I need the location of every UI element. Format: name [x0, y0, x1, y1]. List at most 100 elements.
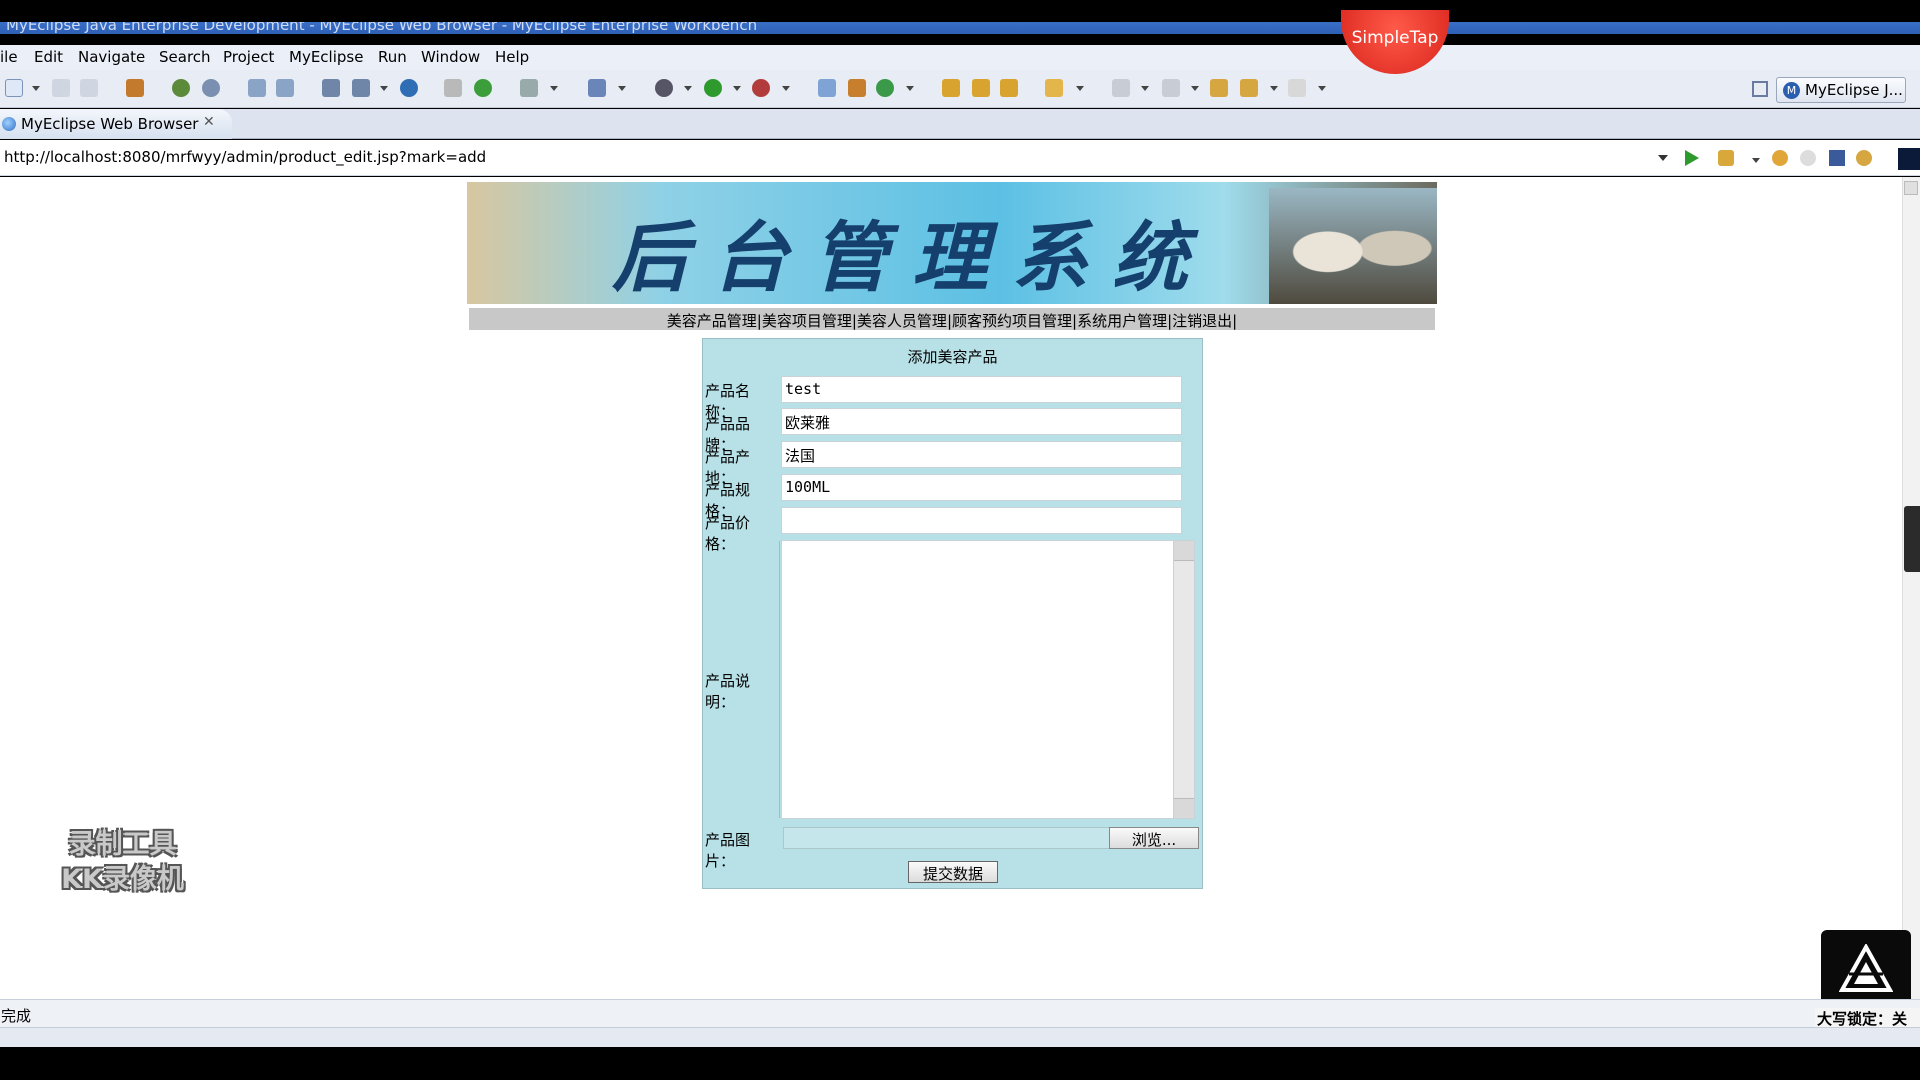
perspective-button[interactable]: M MyEclipse J...: [1776, 77, 1906, 103]
nav-link-appointments[interactable]: 顾客预约项目管理: [952, 312, 1072, 330]
favorites-icon[interactable]: [1718, 150, 1734, 166]
menu-file[interactable]: ile: [0, 48, 18, 66]
package-icon[interactable]: [126, 79, 144, 97]
prev-annotation-icon[interactable]: [1162, 79, 1180, 97]
new-class-icon[interactable]: [818, 79, 836, 97]
browser-back-icon[interactable]: [1772, 150, 1788, 166]
menu-run[interactable]: Run: [378, 48, 407, 66]
myeclipse-logo-icon: M: [1783, 82, 1800, 99]
tab-myeclipse-web-browser[interactable]: MyEclipse Web Browser ✕: [0, 109, 232, 139]
open-file-dropdown-icon[interactable]: [1076, 86, 1084, 91]
prev-annotation-dropdown-icon[interactable]: [1191, 86, 1199, 91]
save-icon[interactable]: [52, 79, 70, 97]
server-icon[interactable]: [202, 79, 220, 97]
menu-help[interactable]: Help: [495, 48, 529, 66]
ejb-icon[interactable]: [322, 79, 340, 97]
refresh-dropdown-icon[interactable]: [906, 86, 914, 91]
product-name-input[interactable]: test: [781, 376, 1182, 403]
product-brand-input[interactable]: 欧莱雅: [781, 408, 1182, 435]
open-perspective-icon[interactable]: [1752, 81, 1768, 97]
field-label-description: 产品说明：: [705, 672, 751, 711]
undeploy-icon[interactable]: [276, 79, 294, 97]
submit-button[interactable]: 提交数据: [908, 861, 998, 883]
watermark-line-2: KK录像机: [61, 864, 184, 895]
browse-button[interactable]: 浏览...: [1109, 827, 1199, 849]
menu-navigate[interactable]: Navigate: [78, 48, 145, 66]
product-description-textarea[interactable]: [781, 540, 1195, 819]
url-history-dropdown-icon[interactable]: [1658, 155, 1668, 161]
wizard-dropdown-icon[interactable]: [618, 86, 626, 91]
camera-dropdown-icon[interactable]: [550, 86, 558, 91]
menu-edit[interactable]: Edit: [34, 48, 63, 66]
nav-link-staff[interactable]: 美容人员管理: [857, 312, 947, 330]
open-type-icon[interactable]: [942, 79, 960, 97]
camera-icon[interactable]: [520, 79, 538, 97]
nav-link-products[interactable]: 美容产品管理: [667, 312, 757, 330]
product-spec-input[interactable]: 100ML: [781, 474, 1182, 501]
new-dropdown-icon[interactable]: [32, 86, 40, 91]
gear-icon[interactable]: [172, 79, 190, 97]
print-icon[interactable]: [80, 79, 98, 97]
back-icon[interactable]: [1240, 79, 1258, 97]
new-package-icon[interactable]: [848, 79, 866, 97]
scrollbar-thumb[interactable]: [1904, 181, 1918, 195]
screen: MyEclipse Java Enterprise Development - …: [0, 0, 1920, 1080]
cats-image: [1269, 188, 1437, 304]
open-task-icon[interactable]: [972, 79, 990, 97]
triangle-logo-icon: [1839, 944, 1893, 992]
web-project-dropdown-icon[interactable]: [380, 86, 388, 91]
favorites-dropdown-icon[interactable]: [1752, 158, 1760, 163]
forward-icon[interactable]: [1288, 79, 1306, 97]
open-file-icon[interactable]: [1045, 79, 1063, 97]
browser-status-bar: 完成: [0, 999, 1920, 1027]
menu-search[interactable]: Search: [159, 48, 211, 66]
corner-logo: [1821, 930, 1911, 1010]
close-icon[interactable]: ✕: [203, 114, 215, 130]
go-icon[interactable]: [1685, 150, 1699, 166]
screen-bottom-border: [0, 1047, 1920, 1080]
last-edit-icon[interactable]: [1210, 79, 1228, 97]
deploy-icon[interactable]: [248, 79, 266, 97]
debug-icon[interactable]: [655, 79, 673, 97]
menu-project[interactable]: Project: [223, 48, 274, 66]
back-dropdown-icon[interactable]: [1270, 86, 1278, 91]
stop-icon[interactable]: [1829, 150, 1845, 166]
run-icon[interactable]: [704, 79, 722, 97]
next-annotation-dropdown-icon[interactable]: [1141, 86, 1149, 91]
scroll-down-icon[interactable]: [1174, 798, 1194, 818]
debug-dropdown-icon[interactable]: [684, 86, 692, 91]
folder-icon[interactable]: [444, 79, 462, 97]
product-price-input[interactable]: [781, 507, 1182, 534]
external-tools-dropdown-icon[interactable]: [782, 86, 790, 91]
forward-dropdown-icon[interactable]: [1318, 86, 1326, 91]
nav-link-logout[interactable]: 注销退出: [1172, 312, 1232, 330]
menu-myeclipse[interactable]: MyEclipse: [289, 48, 363, 66]
external-tools-icon[interactable]: [752, 79, 770, 97]
form-title: 添加美容产品: [907, 348, 998, 366]
browser-menu-icon[interactable]: [1898, 148, 1920, 170]
refresh-icon[interactable]: [876, 79, 894, 97]
menu-window[interactable]: Window: [421, 48, 480, 66]
url-input[interactable]: http://localhost:8080/mrfwyy/admin/produ…: [4, 148, 486, 166]
product-image-file-input[interactable]: [783, 827, 1113, 849]
product-origin-input[interactable]: 法国: [781, 441, 1182, 468]
globe-icon[interactable]: [400, 79, 418, 97]
editor-tab-bar: MyEclipse Web Browser ✕ ▭ ⧉: [0, 109, 1920, 237]
browser-forward-icon[interactable]: [1800, 150, 1816, 166]
new-icon[interactable]: [5, 79, 23, 97]
scroll-up-icon[interactable]: [1174, 541, 1194, 561]
refresh-page-icon[interactable]: [1856, 150, 1872, 166]
textarea-scrollbar[interactable]: [1173, 541, 1194, 818]
nav-link-services[interactable]: 美容项目管理: [762, 312, 852, 330]
run-dropdown-icon[interactable]: [733, 86, 741, 91]
web-project-icon[interactable]: [352, 79, 370, 97]
nav-link-users[interactable]: 系统用户管理: [1077, 312, 1167, 330]
add-server-icon[interactable]: [474, 79, 492, 97]
side-panel-handle[interactable]: [1904, 506, 1920, 572]
page-vertical-scrollbar[interactable]: [1902, 177, 1920, 999]
perspective-label: MyEclipse J...: [1805, 81, 1903, 99]
search-icon[interactable]: [1000, 79, 1018, 97]
next-annotation-icon[interactable]: [1112, 79, 1130, 97]
wizard-icon[interactable]: [588, 79, 606, 97]
nav-separator: |: [1232, 312, 1238, 330]
